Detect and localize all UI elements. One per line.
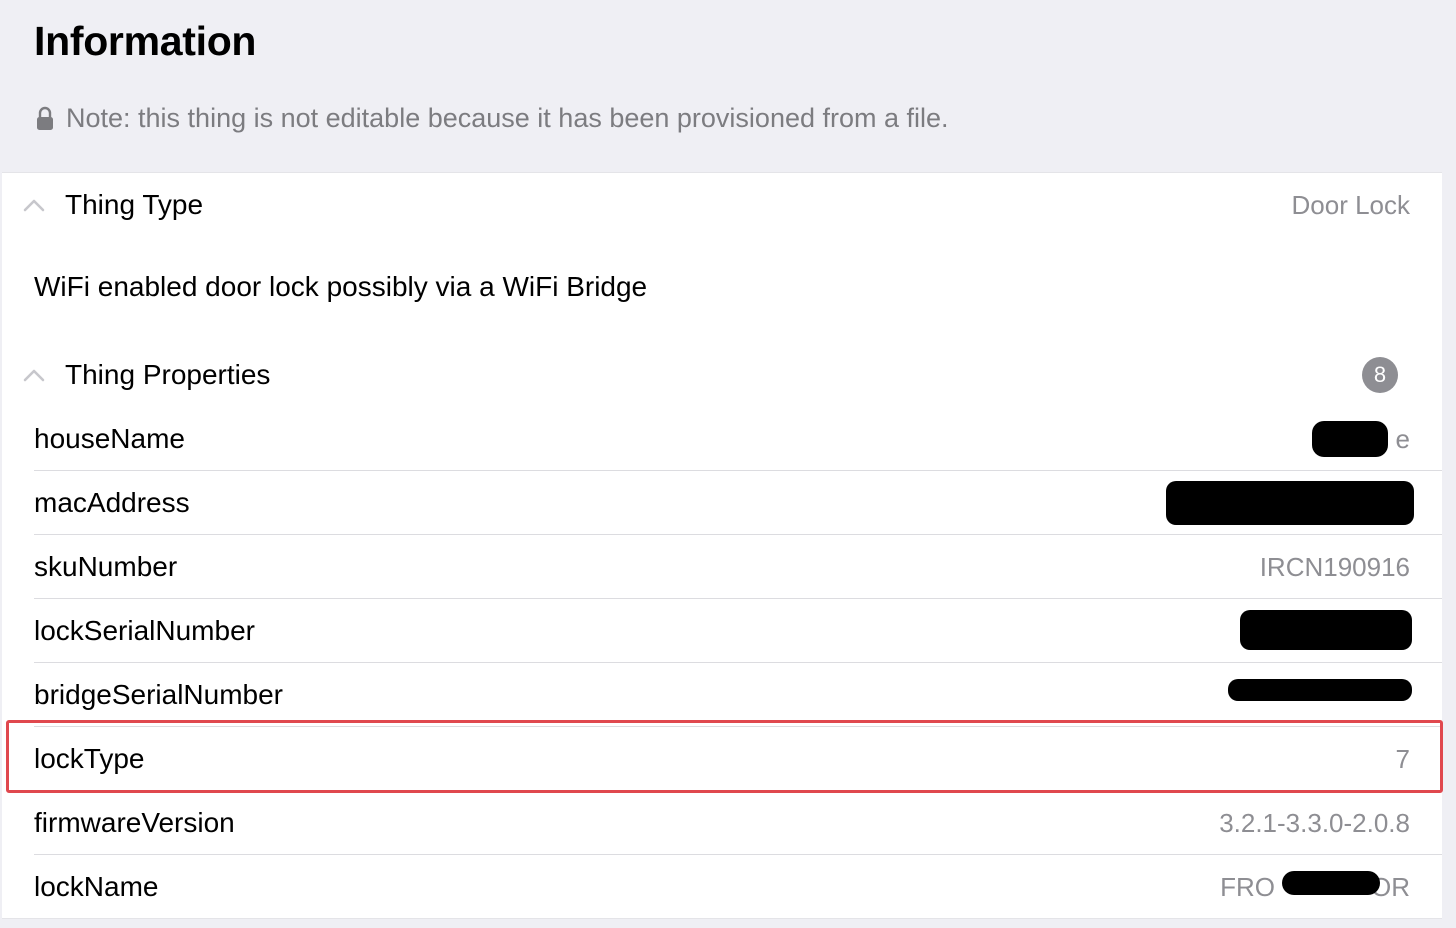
redaction-mark <box>1282 871 1380 895</box>
property-value: 7 <box>1395 743 1410 774</box>
property-value: IRCN190916 <box>1259 551 1410 582</box>
property-key: lockType <box>34 743 145 774</box>
property-key: bridgeSerialNumber <box>34 679 284 710</box>
property-row-firmwareversion[interactable]: firmwareVersion 3.2.1-3.3.0-2.0.8 <box>2 791 1442 855</box>
chevron-up-icon[interactable] <box>22 197 46 213</box>
property-count-badge: 8 <box>1362 357 1398 393</box>
thing-type-label: Thing Type <box>65 189 204 220</box>
thing-info-card: Thing Type Door Lock WiFi enabled door l… <box>2 172 1442 919</box>
property-row-skunumber[interactable]: skuNumber IRCN190916 <box>2 535 1442 599</box>
property-row-lockname[interactable]: lockName FRO OR <box>2 855 1442 919</box>
property-key: lockSerialNumber <box>34 615 255 646</box>
property-row-locktype[interactable]: lockType 7 <box>2 727 1442 791</box>
read-only-note: Note: this thing is not editable because… <box>36 103 949 134</box>
note-text: Note: this thing is not editable because… <box>66 103 949 133</box>
property-value: e <box>1395 423 1410 454</box>
redaction-mark <box>1240 610 1412 650</box>
property-key: macAddress <box>34 487 190 518</box>
property-key: skuNumber <box>34 551 178 582</box>
property-key: firmwareVersion <box>34 807 235 838</box>
property-row-bridgeserialnumber[interactable]: bridgeSerialNumber <box>2 663 1442 727</box>
redaction-mark <box>1228 679 1412 701</box>
lock-icon <box>37 106 53 130</box>
thing-properties-label: Thing Properties <box>65 359 271 390</box>
lockname-prefix: FRO <box>1220 871 1275 902</box>
redaction-mark <box>1312 421 1388 457</box>
page-title: Information <box>34 18 257 64</box>
chevron-up-icon[interactable] <box>22 367 46 383</box>
property-list: houseName e macAddress skuNumber IRCN190… <box>2 407 1442 919</box>
property-row-macaddress[interactable]: macAddress <box>2 471 1442 535</box>
thing-type-description: WiFi enabled door lock possibly via a Wi… <box>34 271 648 302</box>
redaction-mark <box>1166 481 1414 525</box>
thing-type-value: Door Lock <box>1291 189 1411 220</box>
property-row-lockserialnumber[interactable]: lockSerialNumber <box>2 599 1442 663</box>
property-key: lockName <box>34 871 159 902</box>
property-key: houseName <box>34 423 185 454</box>
thing-type-header[interactable]: Thing Type Door Lock <box>2 175 1442 235</box>
property-value: 3.2.1-3.3.0-2.0.8 <box>1219 807 1410 838</box>
thing-properties-header[interactable]: Thing Properties 8 <box>2 345 1442 405</box>
property-row-housename[interactable]: houseName e <box>2 407 1442 471</box>
